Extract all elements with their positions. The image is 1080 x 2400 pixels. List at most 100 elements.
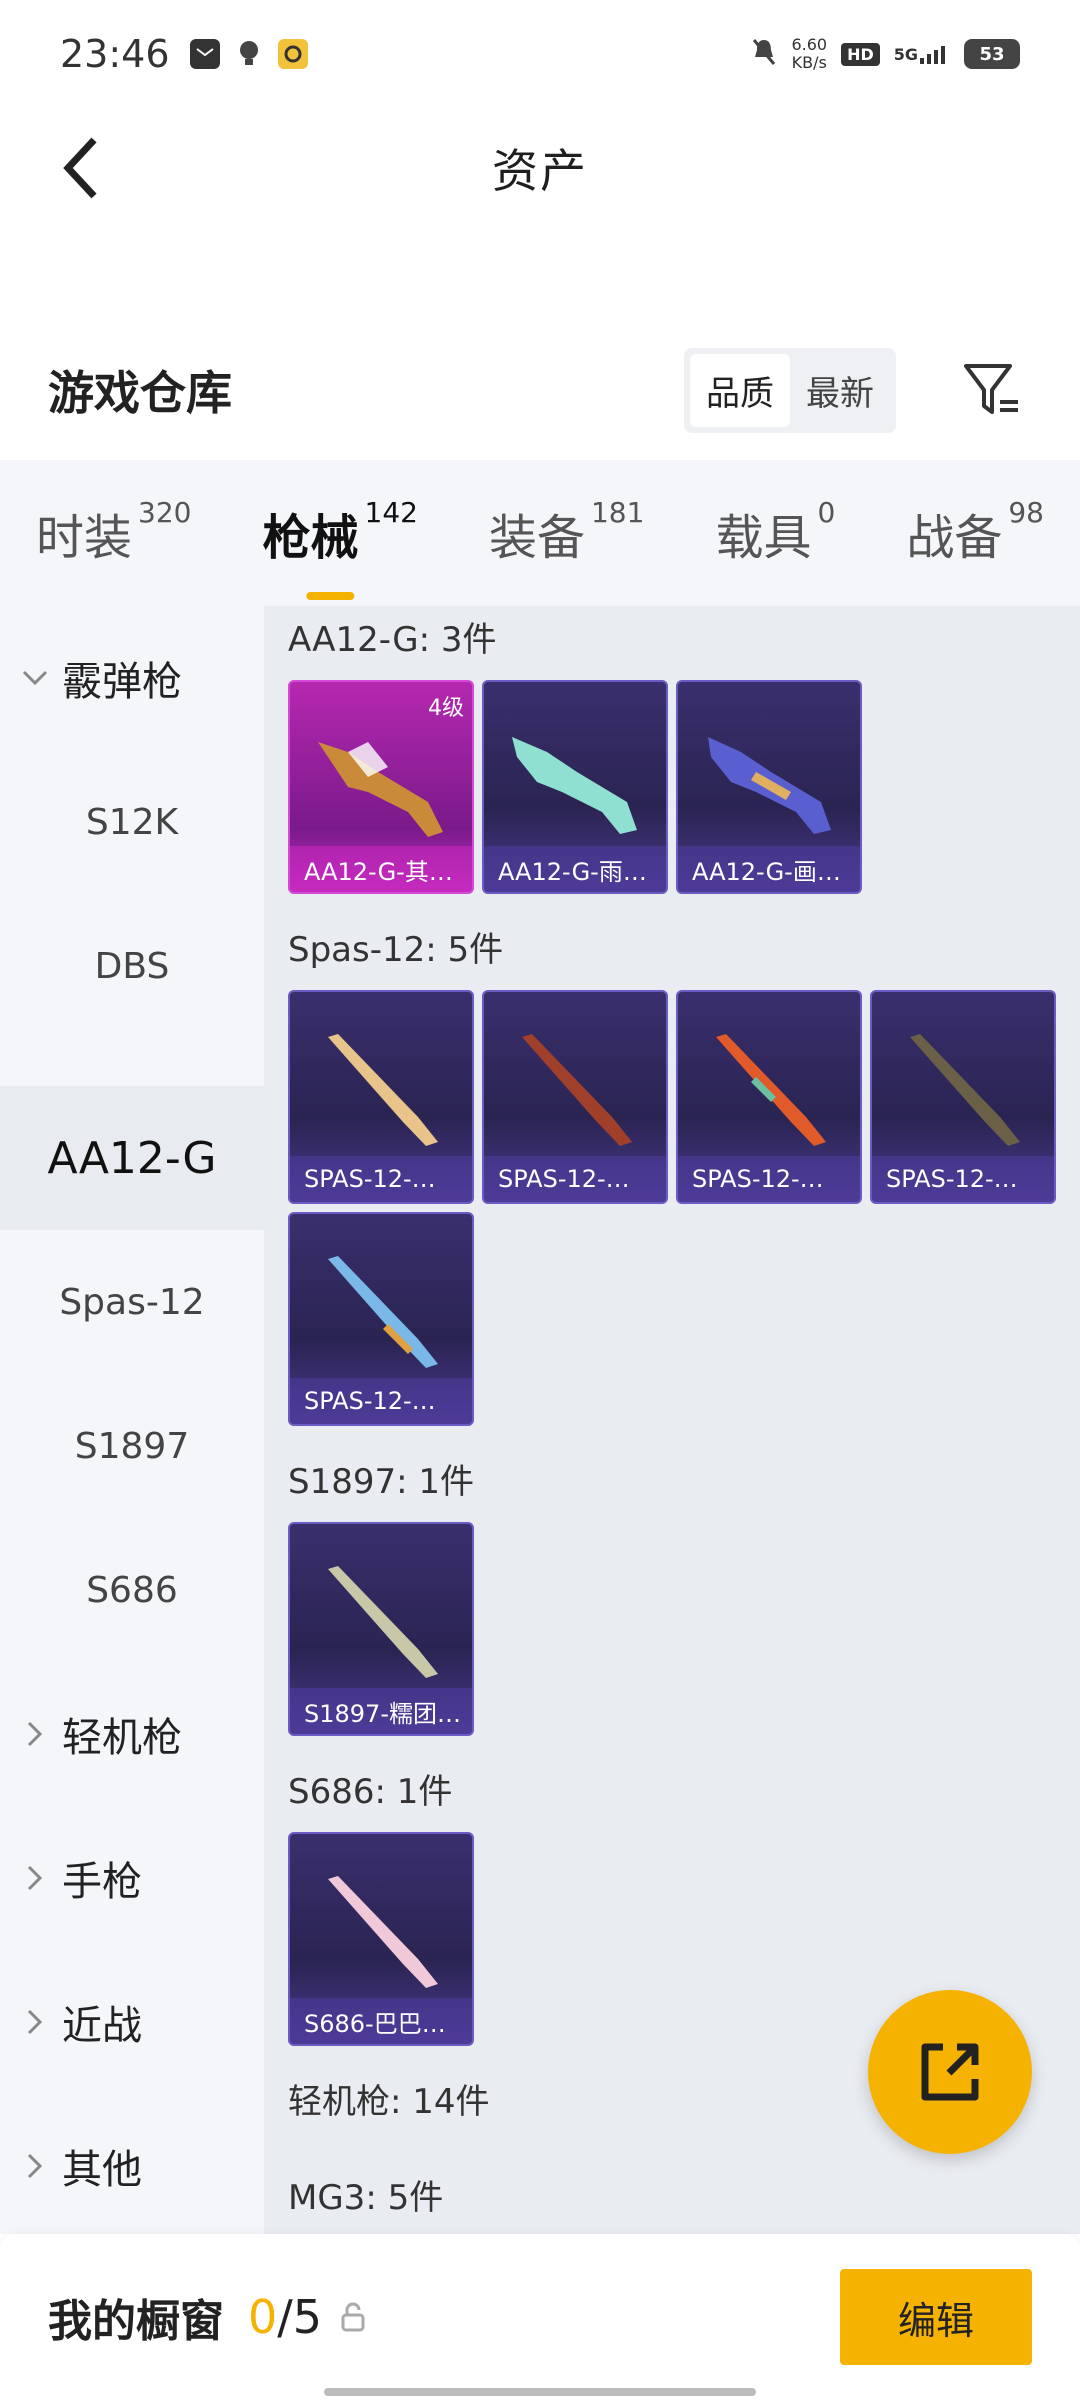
tab-count: 320 (138, 496, 192, 529)
signal-bars-icon (920, 46, 945, 64)
chevron-right-icon (20, 2151, 50, 2181)
signal-indicator: 5G (894, 44, 950, 64)
sidebar-item-aa12g[interactable]: AA12-G (0, 1086, 264, 1230)
weapon-card[interactable]: SPAS-12-… (288, 990, 474, 1204)
shotgun-icon (328, 1256, 438, 1368)
status-right: 6.60 KB/s HD 5G 53 (751, 36, 1020, 72)
share-button[interactable] (868, 1990, 1032, 2154)
status-time: 23:46 (60, 32, 170, 76)
sidebar-item-s686[interactable]: S686 (0, 1518, 264, 1662)
weapon-card[interactable]: S686-巴巴… (288, 1832, 474, 2046)
tab-label: 载具 (715, 510, 812, 566)
item-name: S1897-糯团… (290, 1688, 472, 1734)
mute-icon (751, 37, 777, 72)
showcase-bar: 我的橱窗 0/5 编辑 (0, 2234, 1080, 2400)
weapon-card[interactable]: AA12-G-画… (676, 680, 862, 894)
rifle-icon (318, 742, 443, 837)
tab-fashion[interactable]: 时装 320 (36, 496, 192, 568)
active-tab-indicator (306, 592, 355, 600)
filter-icon (964, 364, 1018, 414)
weapon-card[interactable]: SPAS-12-… (288, 1212, 474, 1426)
edit-button[interactable]: 编辑 (840, 2269, 1032, 2365)
net-speed-value: 6.60 (791, 35, 828, 54)
sidebar-group-label: 霰弹枪 (62, 659, 182, 705)
sidebar-item-spas12[interactable]: Spas-12 (0, 1230, 264, 1374)
net-speed-unit: KB/s (791, 53, 827, 72)
grade-label: 4级 (428, 696, 464, 721)
section-header-s686: S686: 1件 (288, 1772, 453, 1812)
item-name: SPAS-12-… (484, 1156, 666, 1202)
rifle-icon (512, 737, 637, 834)
sort-option-newest[interactable]: 最新 (790, 354, 890, 427)
item-name: S686-巴巴… (290, 1998, 472, 2044)
item-name: SPAS-12-… (290, 1156, 472, 1202)
page-title: 资产 (492, 144, 588, 198)
tab-equipment[interactable]: 装备 181 (488, 496, 645, 568)
net-speed: 6.60 KB/s (791, 36, 827, 72)
hd-badge: HD (841, 42, 880, 66)
chevron-right-icon (20, 1719, 50, 1749)
weapon-card[interactable]: AA12-G-雨… (482, 680, 668, 894)
app-header: 资产 (0, 108, 1080, 228)
chevron-down-icon (20, 663, 50, 693)
sidebar-group-label: 其他 (62, 2147, 142, 2193)
sort-option-quality[interactable]: 品质 (690, 353, 790, 427)
weapon-card[interactable]: 4级 AA12-G-其… (288, 680, 474, 894)
sidebar-group-label: 近战 (62, 2003, 142, 2049)
filter-button[interactable] (952, 350, 1032, 430)
chevron-right-icon (20, 2007, 50, 2037)
item-name: AA12-G-画… (678, 846, 860, 892)
tab-vehicles[interactable]: 载具 0 (715, 496, 836, 568)
tab-battle-prep[interactable]: 战备 98 (906, 496, 1044, 568)
weapon-card[interactable]: S1897-糯团… (288, 1522, 474, 1736)
tab-count: 181 (590, 496, 645, 529)
section-header-s1897: S1897: 1件 (288, 1462, 475, 1502)
rifle-icon (708, 737, 831, 834)
weapon-card[interactable]: SPAS-12-… (870, 990, 1056, 1204)
sidebar-group-shotgun[interactable]: 霰弹枪 (0, 606, 264, 750)
tab-label: 装备 (488, 510, 585, 566)
sidebar-group-label: 轻机枪 (62, 1715, 182, 1761)
status-bar: 23:46 6.60 KB/s HD 5G 53 (0, 0, 1080, 108)
tab-count: 0 (817, 496, 836, 529)
back-button[interactable] (40, 128, 120, 208)
tab-label: 战备 (906, 510, 1003, 566)
sidebar-group-pistol[interactable]: 手枪 (0, 1806, 264, 1950)
tab-label: 时装 (36, 510, 133, 566)
bulb-icon (234, 39, 264, 69)
sidebar-item-s12k[interactable]: S12K (0, 750, 264, 894)
sidebar-group-lmg[interactable]: 轻机枪 (0, 1662, 264, 1806)
section-header-lmg: 轻机枪: 14件 (288, 2082, 490, 2122)
showcase-count-total: /5 (277, 2290, 323, 2344)
signal-label: 5G (893, 45, 918, 64)
sidebar-group-melee[interactable]: 近战 (0, 1950, 264, 2094)
section-header-aa12g: AA12-G: 3件 (288, 620, 497, 660)
weapon-card[interactable]: SPAS-12-… (676, 990, 862, 1204)
weapon-category-sidebar: 霰弹枪 S12K DBS AA12-G Spas-12 S1897 S686 轻… (0, 606, 264, 2234)
shotgun-icon (910, 1034, 1020, 1146)
item-name: SPAS-12-… (872, 1156, 1054, 1202)
warehouse-title: 游戏仓库 (48, 366, 232, 420)
item-name: AA12-G-其… (290, 846, 472, 892)
shotgun-icon (716, 1034, 826, 1146)
sidebar-item-dbs[interactable]: DBS (0, 894, 264, 1038)
tab-count: 98 (1008, 496, 1044, 529)
tab-weapons[interactable]: 枪械 142 (262, 496, 418, 600)
sidebar-item-s1897[interactable]: S1897 (0, 1374, 264, 1518)
shotgun-icon (522, 1034, 632, 1146)
sidebar-group-other[interactable]: 其他 (0, 2094, 264, 2238)
battery-indicator: 53 (964, 39, 1020, 69)
shotgun-icon (328, 1566, 438, 1678)
weapon-card[interactable]: SPAS-12-… (482, 990, 668, 1204)
showcase-count: 0/5 (248, 2290, 322, 2344)
item-name: SPAS-12-… (290, 1378, 472, 1424)
sidebar-group-label: 手枪 (62, 1859, 142, 1905)
tab-label: 枪械 (262, 510, 359, 566)
section-header-mg3: MG3: 5件 (288, 2178, 444, 2218)
tab-count: 142 (364, 496, 418, 529)
app-notification-icon (277, 39, 308, 69)
share-external-icon (921, 2043, 979, 2101)
home-indicator[interactable] (324, 2388, 756, 2396)
shotgun-icon (328, 1034, 438, 1146)
item-name: AA12-G-雨… (484, 846, 666, 892)
